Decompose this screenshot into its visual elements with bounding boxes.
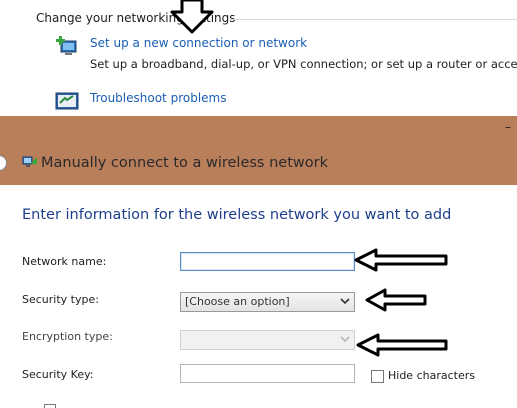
network-setup-icon <box>56 36 77 55</box>
encryption-type-label: Encryption type: <box>22 330 113 343</box>
dialog-title: Manually connect to a wireless network <box>41 155 328 171</box>
chevron-down-icon <box>340 336 350 343</box>
hide-characters-label: Hide characters <box>388 369 475 382</box>
security-key-input[interactable] <box>180 364 355 383</box>
heading-divider <box>230 19 517 20</box>
chevron-down-icon <box>340 298 350 305</box>
start-automatically-checkbox[interactable] <box>44 404 56 408</box>
network-name-input[interactable] <box>180 252 355 271</box>
troubleshoot-link[interactable]: Troubleshoot problems <box>90 91 226 105</box>
wireless-network-icon <box>22 156 37 167</box>
security-type-select[interactable]: [Choose an option] <box>180 292 355 312</box>
security-type-value: [Choose an option] <box>185 295 290 308</box>
troubleshoot-icon <box>55 92 79 110</box>
minimize-icon[interactable]: – <box>505 120 511 134</box>
setup-connection-description: Set up a broadband, dial-up, or VPN conn… <box>90 57 517 71</box>
left-arrow-annotation <box>365 288 427 312</box>
security-key-label: Security Key: <box>22 368 94 381</box>
dialog-heading: Enter information for the wireless netwo… <box>22 207 452 223</box>
left-arrow-annotation <box>354 248 448 272</box>
down-arrow-annotation <box>170 0 214 34</box>
encryption-type-select[interactable] <box>180 330 355 350</box>
setup-connection-link[interactable]: Set up a new connection or network <box>90 36 307 50</box>
left-arrow-annotation <box>356 333 448 357</box>
back-button[interactable] <box>0 155 7 171</box>
hide-characters-checkbox[interactable] <box>371 370 384 383</box>
network-settings-panel: Change your networking settings Set up a… <box>0 0 517 116</box>
security-type-label: Security type: <box>22 293 99 306</box>
network-name-label: Network name: <box>22 255 107 268</box>
dialog-titlebar: – Manually connect to a wireless network <box>0 116 517 185</box>
